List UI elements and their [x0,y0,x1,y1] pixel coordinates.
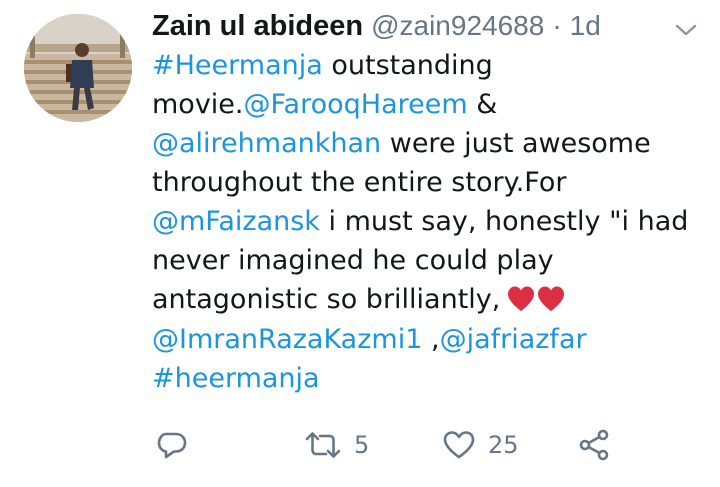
text-segment: & [467,89,498,120]
avatar[interactable] [24,14,132,122]
separator-dot: · [552,10,562,41]
heart-icon [443,431,475,459]
text-segment: , [422,324,440,355]
mention-link[interactable]: @mFaizansk [152,206,320,237]
retweet-button[interactable]: 5 [304,420,369,470]
display-name[interactable]: Zain ul abideen [152,6,363,46]
text-line-7: antagonistic so brilliantly, [152,280,712,320]
mention-link[interactable]: @alirehmankhan [152,128,381,159]
tweet-text: #Heermanja outstanding movie.@FarooqHare… [152,46,712,398]
text-line-6: never imagined he could play [152,241,712,280]
text-line-4: throughout the entire story.For [152,163,712,202]
like-button[interactable]: 25 [442,420,519,470]
text-line-8: @ImranRazaKazmi1 ,@jafriazfar [152,320,712,359]
tweet-header: Zain ul abideen @zain924688 · 1d [152,6,601,46]
timestamp[interactable]: 1d [570,6,601,46]
text-line-3: @alirehmankhan were just awesome [152,124,712,163]
text-segment: outstanding [322,50,493,81]
text-line-9: #heermanja [152,359,712,398]
user-handle[interactable]: @zain924688 [371,6,544,46]
tweet-actions: 5 25 [152,420,672,470]
share-button[interactable] [578,420,612,470]
text-segment: movie. [152,89,244,120]
like-count: 25 [488,431,519,459]
red-heart-icon [538,286,565,311]
chevron-down-icon[interactable] [672,20,700,40]
retweet-icon [305,432,341,458]
reply-icon [157,432,187,459]
mention-link[interactable]: @ImranRazaKazmi1 [152,324,422,355]
mention-link[interactable]: @jafriazfar [440,324,587,355]
text-segment: were just awesome [381,128,651,159]
text-line-2: movie.@FarooqHareem & [152,85,712,124]
retweet-count: 5 [354,431,370,459]
tweet: Zain ul abideen @zain924688 · 1d #Heerma… [0,0,720,487]
text-line-1: #Heermanja outstanding [152,46,712,85]
red-heart-icon [508,286,535,311]
text-line-5: @mFaizansk i must say, honestly "i had [152,202,712,241]
text-segment: throughout the entire story.For [152,167,567,198]
share-icon [579,429,609,461]
text-segment: i must say, honestly "i had [319,206,689,237]
hashtag-link[interactable]: #Heermanja [152,50,323,81]
reply-button[interactable] [156,420,188,470]
text-segment: antagonistic so brilliantly, [152,284,501,315]
text-segment: never imagined he could play [152,245,554,276]
heart-emoji [506,281,566,320]
hashtag-link[interactable]: #heermanja [152,363,320,394]
mention-link[interactable]: @FarooqHareem [244,89,468,120]
